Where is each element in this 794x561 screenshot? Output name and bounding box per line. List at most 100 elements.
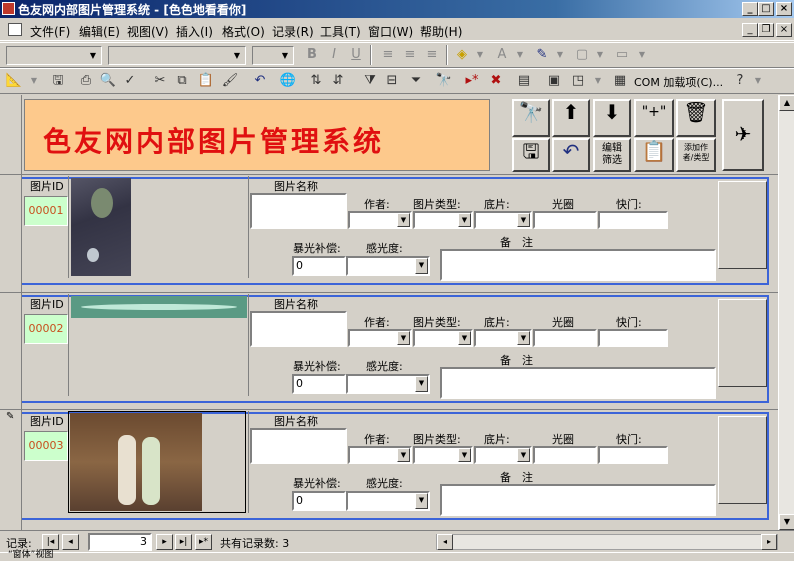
new-record-icon[interactable]: ▸* <box>462 71 482 91</box>
sort-descending-icon[interactable]: ⇵ <box>328 71 348 91</box>
exposure-field[interactable]: 0 <box>292 374 346 394</box>
last-record-button[interactable]: ▸| <box>175 534 192 550</box>
font-size-combo[interactable]: ▼ <box>252 46 294 65</box>
cut-icon[interactable]: ✂ <box>150 71 170 91</box>
photo-name-field[interactable] <box>250 428 347 464</box>
notes-field[interactable] <box>440 249 716 281</box>
align-left-icon[interactable]: ≡ <box>378 45 398 65</box>
align-right-icon[interactable]: ≡ <box>422 45 442 65</box>
record-action-button[interactable] <box>718 181 767 269</box>
form-icon[interactable] <box>8 23 22 36</box>
undo-icon[interactable]: ↶ <box>250 71 270 91</box>
paste-icon[interactable]: 📋 <box>196 71 216 91</box>
photo-image[interactable] <box>68 176 246 278</box>
filter-by-selection-icon[interactable]: ⧩ <box>360 71 380 91</box>
edit-filter-button[interactable]: 编辑 筛选 <box>593 138 631 172</box>
negative-dropdown[interactable]: ▼ <box>474 211 532 229</box>
menu-format[interactable]: 格式(O) <box>222 23 265 40</box>
properties-icon[interactable]: ▤ <box>514 71 534 91</box>
com-addins-button[interactable]: COM 加载项(C)... <box>634 74 723 90</box>
photo-id-field[interactable]: 00002 <box>24 314 68 344</box>
add-author-type-button[interactable]: 添加作 者/类型 <box>676 138 716 172</box>
menu-insert[interactable]: 插入(I) <box>176 23 213 40</box>
italic-icon[interactable]: I <box>324 45 344 65</box>
exit-button[interactable]: ✈ <box>722 99 764 171</box>
photo-type-dropdown[interactable]: ▼ <box>413 211 473 229</box>
photo-image[interactable] <box>68 294 247 396</box>
spelling-icon[interactable]: ✓ <box>120 71 140 91</box>
menu-edit[interactable]: 编辑(E) <box>79 23 120 40</box>
iso-dropdown[interactable]: ▼ <box>346 491 430 511</box>
menu-tools[interactable]: 工具(T) <box>320 23 361 40</box>
align-center-icon[interactable]: ≡ <box>400 45 420 65</box>
chevron-down-icon[interactable]: ▼ <box>550 45 570 65</box>
border-icon[interactable]: ▢ <box>572 45 592 65</box>
photo-name-field[interactable] <box>250 311 347 347</box>
photo-id-field[interactable]: 00003 <box>24 431 68 461</box>
photo-type-dropdown[interactable]: ▼ <box>413 446 473 464</box>
close-button[interactable]: × <box>776 2 792 16</box>
photo-id-field[interactable]: 00001 <box>24 196 68 226</box>
aperture-field[interactable] <box>533 211 597 229</box>
save-record-button[interactable]: 🖫 <box>512 138 550 172</box>
iso-dropdown[interactable]: ▼ <box>346 374 430 394</box>
first-record-button[interactable]: |◂ <box>42 534 59 550</box>
font-color-icon[interactable]: A <box>492 45 512 65</box>
shutter-field[interactable] <box>598 329 668 347</box>
chevron-down-icon[interactable]: ▼ <box>470 45 490 65</box>
author-dropdown[interactable]: ▼ <box>348 329 412 347</box>
previous-record-nav-button[interactable]: ◂ <box>62 534 79 550</box>
doc-restore-button[interactable]: ❐ <box>758 23 774 37</box>
undo-button[interactable]: ↶ <box>552 138 590 172</box>
author-dropdown[interactable]: ▼ <box>348 211 412 229</box>
com-addins-icon[interactable]: ▦ <box>610 71 630 91</box>
print-icon[interactable]: ⎙ <box>76 71 96 91</box>
add-record-button[interactable]: "+" <box>634 99 674 137</box>
vertical-scrollbar[interactable]: ▲ ▼ <box>778 95 794 530</box>
sort-ascending-icon[interactable]: ⇅ <box>306 71 326 91</box>
menu-records[interactable]: 记录(R) <box>272 23 314 40</box>
scroll-left-icon[interactable]: ◂ <box>437 534 453 550</box>
doc-minimize-button[interactable]: _ <box>742 23 758 37</box>
photo-name-field[interactable] <box>250 193 347 229</box>
shutter-field[interactable] <box>598 446 668 464</box>
font-combo[interactable]: ▼ <box>108 46 246 65</box>
database-window-icon[interactable]: ▣ <box>544 71 564 91</box>
copy-icon[interactable]: ⧉ <box>172 71 192 91</box>
doc-close-button[interactable]: × <box>776 23 792 37</box>
apply-filter-icon[interactable]: ⏷ <box>406 71 426 91</box>
chevron-down-icon[interactable]: ▼ <box>24 71 44 91</box>
notes-field[interactable] <box>440 367 716 399</box>
scroll-up-icon[interactable]: ▲ <box>779 95 794 111</box>
horizontal-scrollbar[interactable]: ◂ ▸ <box>436 534 778 550</box>
record-action-button[interactable] <box>718 416 767 504</box>
scroll-down-icon[interactable]: ▼ <box>779 514 794 530</box>
bold-icon[interactable]: B <box>302 45 322 65</box>
chevron-down-icon[interactable]: ▼ <box>588 71 608 91</box>
negative-dropdown[interactable]: ▼ <box>474 329 532 347</box>
menu-window[interactable]: 窗口(W) <box>368 23 413 40</box>
report-button[interactable]: 📋 <box>634 138 674 172</box>
design-view-icon[interactable]: 📐 <box>4 71 24 91</box>
object-combo[interactable]: ▼ <box>6 46 102 65</box>
fill-color-icon[interactable]: ◈ <box>452 45 472 65</box>
delete-record-icon[interactable]: ✖ <box>486 71 506 91</box>
new-record-nav-button[interactable]: ▸* <box>195 534 212 550</box>
print-preview-icon[interactable]: 🔍 <box>98 71 118 91</box>
photo-type-dropdown[interactable]: ▼ <box>413 329 473 347</box>
chevron-down-icon[interactable]: ▼ <box>632 45 652 65</box>
notes-field[interactable] <box>440 484 716 516</box>
help-icon[interactable]: ? <box>730 71 750 91</box>
chevron-down-icon[interactable]: ▼ <box>748 71 768 91</box>
author-dropdown[interactable]: ▼ <box>348 446 412 464</box>
record-number-field[interactable]: 3 <box>88 533 152 551</box>
save-icon[interactable]: 🖫 <box>48 71 68 91</box>
format-painter-icon[interactable]: 🖌 <box>220 71 240 91</box>
find-icon[interactable]: 🔭 <box>434 71 454 91</box>
negative-dropdown[interactable]: ▼ <box>474 446 532 464</box>
exposure-field[interactable]: 0 <box>292 256 346 276</box>
hyperlink-icon[interactable]: 🌐 <box>278 71 298 91</box>
filter-by-form-icon[interactable]: ⊟ <box>382 71 402 91</box>
next-record-button[interactable]: ⬇ <box>593 99 631 137</box>
maximize-button[interactable]: □ <box>758 2 774 16</box>
